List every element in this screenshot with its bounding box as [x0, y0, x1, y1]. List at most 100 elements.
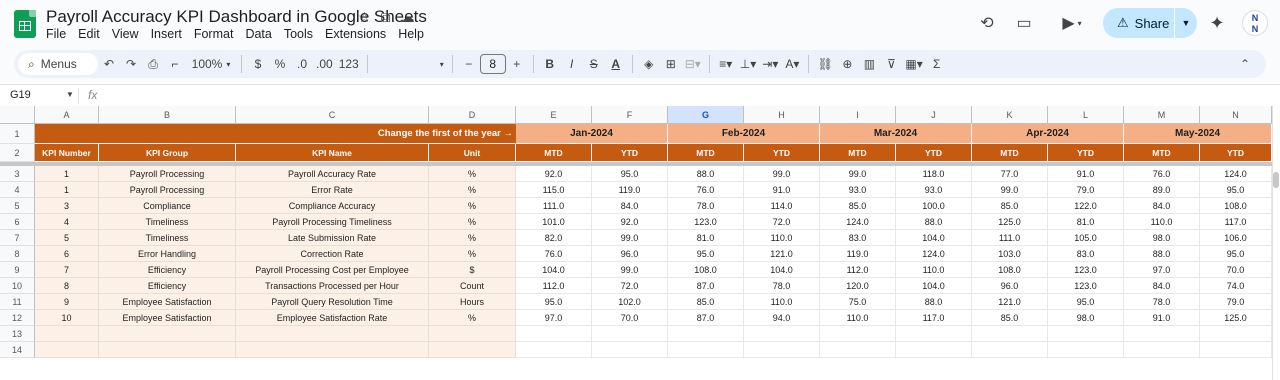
kpi-group-cell[interactable]: Efficiency	[99, 262, 236, 278]
mtd-value-cell[interactable]: 108.0	[668, 262, 744, 278]
text-color-icon[interactable]: A	[605, 53, 627, 75]
row-header-6[interactable]: 6	[0, 214, 35, 230]
cloud-status-icon[interactable]: ☁	[401, 9, 415, 26]
ytd-value-cell[interactable]: 84.0	[592, 198, 668, 214]
mtd-value-cell[interactable]	[972, 342, 1048, 358]
text-rotation-icon[interactable]: A▾	[781, 53, 803, 75]
ytd-value-cell[interactable]: 114.0	[744, 198, 820, 214]
more-formats-button[interactable]: 123	[336, 53, 362, 75]
ytd-value-cell[interactable]: 91.0	[744, 182, 820, 198]
row-header-2[interactable]: 2	[0, 144, 35, 162]
ytd-value-cell[interactable]: 119.0	[592, 182, 668, 198]
kpi-name-cell[interactable]: Payroll Processing Timeliness	[236, 214, 429, 230]
avatar[interactable]: NN	[1242, 10, 1268, 36]
mtd-value-cell[interactable]: 88.0	[1124, 246, 1200, 262]
mtd-value-cell[interactable]: 125.0	[972, 214, 1048, 230]
mtd-value-cell[interactable]: 75.0	[820, 294, 896, 310]
kpi-name-cell[interactable]: Late Submission Rate	[236, 230, 429, 246]
mtd-value-cell[interactable]: 115.0	[516, 182, 592, 198]
menu-format[interactable]: Format	[194, 27, 234, 41]
mtd-value-cell[interactable]: 85.0	[668, 294, 744, 310]
ytd-value-cell[interactable]: 95.0	[1200, 246, 1272, 262]
collapse-toolbar-icon[interactable]: ⌃	[1234, 53, 1256, 75]
ytd-value-cell[interactable]: 104.0	[744, 262, 820, 278]
column-header-n[interactable]: N	[1200, 106, 1272, 124]
column-header-l[interactable]: L	[1048, 106, 1124, 124]
mtd-value-cell[interactable]: 76.0	[516, 246, 592, 262]
kpi-group-cell[interactable]: Employee Satisfaction	[99, 294, 236, 310]
mtd-value-cell[interactable]: 76.0	[1124, 166, 1200, 182]
ytd-value-cell[interactable]: 83.0	[1048, 246, 1124, 262]
mtd-value-cell[interactable]	[668, 342, 744, 358]
column-header-d[interactable]: D	[429, 106, 516, 124]
menu-data[interactable]: Data	[245, 27, 271, 41]
mtd-value-cell[interactable]: 85.0	[820, 198, 896, 214]
kpi-name-cell[interactable]: Employee Satisfaction Rate	[236, 310, 429, 326]
ytd-value-cell[interactable]: 92.0	[592, 214, 668, 230]
mtd-value-cell[interactable]: 77.0	[972, 166, 1048, 182]
row-header-3[interactable]: 3	[0, 166, 35, 182]
kpi-name-cell[interactable]: Payroll Processing Cost per Employee	[236, 262, 429, 278]
kpi-number-cell[interactable]: 3	[35, 198, 99, 214]
ytd-value-cell[interactable]: 102.0	[592, 294, 668, 310]
kpi-name-cell[interactable]: Payroll Query Resolution Time	[236, 294, 429, 310]
kpi-name-cell[interactable]: Payroll Accuracy Rate	[236, 166, 429, 182]
mtd-value-cell[interactable]: 87.0	[668, 278, 744, 294]
ytd-value-cell[interactable]: 96.0	[592, 246, 668, 262]
row-header-11[interactable]: 11	[0, 294, 35, 310]
font-family-select[interactable]: ▾	[373, 53, 447, 75]
mtd-value-cell[interactable]: 95.0	[516, 294, 592, 310]
meet-icon[interactable]: ▶ ▾	[1054, 12, 1090, 34]
menu-extensions[interactable]: Extensions	[325, 27, 386, 41]
ytd-value-cell[interactable]: 98.0	[1048, 310, 1124, 326]
mtd-value-cell[interactable]: 78.0	[1124, 294, 1200, 310]
kpi-number-cell[interactable]: 5	[35, 230, 99, 246]
mtd-value-cell[interactable]: 97.0	[1124, 262, 1200, 278]
menu-tools[interactable]: Tools	[284, 27, 313, 41]
currency-format-button[interactable]: $	[247, 53, 269, 75]
mtd-value-cell[interactable]: 92.0	[516, 166, 592, 182]
vertical-scrollbar[interactable]	[1272, 106, 1280, 380]
mtd-value-cell[interactable]: 88.0	[668, 166, 744, 182]
ytd-value-cell[interactable]: 93.0	[896, 182, 972, 198]
ytd-value-cell[interactable]: 88.0	[896, 294, 972, 310]
kpi-group-cell[interactable]	[99, 326, 236, 342]
mtd-value-cell[interactable]: 110.0	[820, 310, 896, 326]
share-dropdown-icon[interactable]: ▼	[1175, 18, 1197, 28]
kpi-number-cell[interactable]	[35, 342, 99, 358]
mtd-value-cell[interactable]	[820, 326, 896, 342]
column-header-j[interactable]: J	[896, 106, 972, 124]
mtd-value-cell[interactable]: 84.0	[1124, 278, 1200, 294]
kpi-number-cell[interactable]: 9	[35, 294, 99, 310]
kpi-group-cell[interactable]: Error Handling	[99, 246, 236, 262]
bold-icon[interactable]: B	[539, 53, 561, 75]
name-box-dropdown-icon[interactable]: ▼	[66, 90, 74, 99]
insert-chart-icon[interactable]: ▥	[858, 53, 880, 75]
ytd-value-cell[interactable]: 125.0	[1200, 310, 1272, 326]
decrease-font-size-icon[interactable]: −	[458, 53, 480, 75]
mtd-value-cell[interactable]: 99.0	[972, 182, 1048, 198]
ytd-value-cell[interactable]: 78.0	[744, 278, 820, 294]
column-header-g[interactable]: G	[668, 106, 744, 124]
sheets-logo-icon[interactable]	[14, 10, 36, 38]
ytd-value-cell[interactable]: 79.0	[1048, 182, 1124, 198]
kpi-group-cell[interactable]: Timeliness	[99, 230, 236, 246]
ytd-value-cell[interactable]: 74.0	[1200, 278, 1272, 294]
move-folder-icon[interactable]: ⧉	[381, 9, 391, 26]
kpi-unit-cell[interactable]: Count	[429, 278, 516, 294]
kpi-unit-cell[interactable]	[429, 326, 516, 342]
mtd-value-cell[interactable]: 93.0	[820, 182, 896, 198]
kpi-number-cell[interactable]: 1	[35, 166, 99, 182]
mtd-value-cell[interactable]: 121.0	[972, 294, 1048, 310]
ytd-value-cell[interactable]: 99.0	[592, 262, 668, 278]
column-header-i[interactable]: I	[820, 106, 896, 124]
mtd-value-cell[interactable]: 99.0	[820, 166, 896, 182]
insert-comment-icon[interactable]: ⊕	[836, 53, 858, 75]
mtd-value-cell[interactable]: 124.0	[820, 214, 896, 230]
ytd-value-cell[interactable]: 95.0	[1048, 294, 1124, 310]
ytd-value-cell[interactable]: 104.0	[896, 230, 972, 246]
kpi-number-cell[interactable]	[35, 326, 99, 342]
ytd-value-cell[interactable]: 95.0	[592, 166, 668, 182]
row-header-4[interactable]: 4	[0, 182, 35, 198]
kpi-name-cell[interactable]: Transactions Processed per Hour	[236, 278, 429, 294]
